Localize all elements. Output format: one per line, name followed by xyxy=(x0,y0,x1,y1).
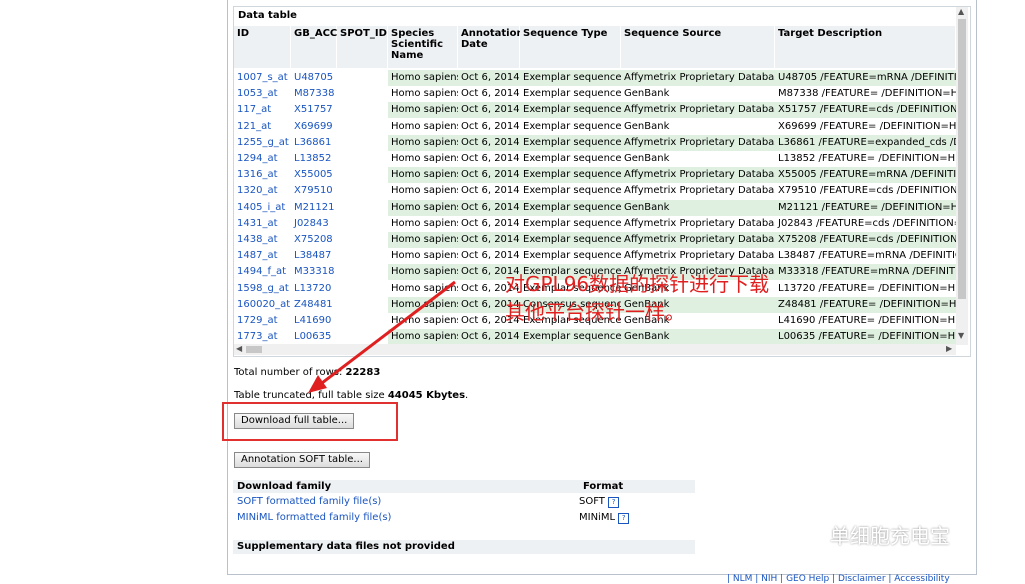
annotation-text: 对GPL96数据的探针进行下载 其他平台探针一样。 xyxy=(505,270,769,326)
annotation-line-1: 对GPL96数据的探针进行下载 xyxy=(505,272,770,296)
wechat-icon xyxy=(798,526,824,549)
watermark: 单细胞充电宝 xyxy=(798,520,950,549)
watermark-text: 单细胞充电宝 xyxy=(830,524,950,548)
annotation-line-2: 其他平台探针一样。 xyxy=(505,300,685,324)
